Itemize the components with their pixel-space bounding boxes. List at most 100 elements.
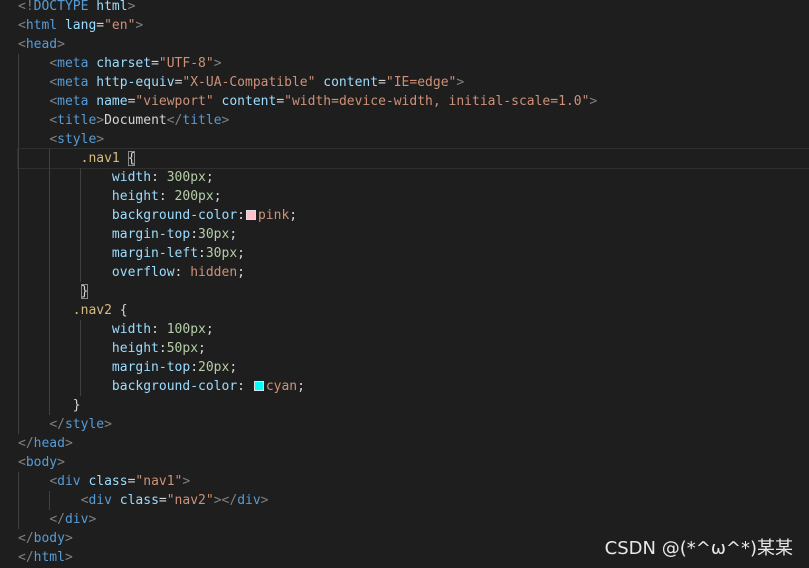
token: meta bbox=[57, 75, 89, 90]
code-line-13[interactable]: margin-top:30px; bbox=[18, 225, 809, 244]
indent-guide bbox=[18, 510, 19, 529]
token: .nav1 bbox=[80, 151, 120, 166]
token: : bbox=[174, 265, 191, 280]
token: < bbox=[18, 455, 26, 470]
token: content bbox=[221, 94, 277, 109]
token: title bbox=[57, 113, 97, 128]
token: : bbox=[151, 322, 167, 337]
token: margin-top bbox=[111, 227, 191, 242]
token: ; bbox=[205, 322, 214, 337]
code-line-12[interactable]: background-color: pink; bbox=[18, 206, 809, 225]
code-line-11[interactable]: height: 200px; bbox=[18, 187, 809, 206]
color-swatch-icon[interactable] bbox=[245, 210, 256, 220]
code-line-22[interactable]: } bbox=[18, 396, 809, 415]
indent-guide bbox=[18, 206, 19, 225]
code-line-7[interactable]: <title>Document</title> bbox=[18, 111, 809, 130]
code-line-5[interactable]: <meta http-equiv = "X-UA-Compatible" conte… bbox=[18, 73, 809, 92]
token: </ bbox=[221, 493, 238, 508]
token: ; bbox=[198, 341, 206, 356]
token: : bbox=[190, 360, 199, 375]
indent-guide bbox=[18, 225, 19, 244]
token: { bbox=[127, 151, 136, 166]
code-line-16[interactable]: } bbox=[18, 282, 809, 301]
token: < bbox=[49, 113, 58, 128]
token: </ bbox=[49, 417, 65, 432]
indent-guide bbox=[49, 491, 50, 510]
token: } bbox=[72, 398, 81, 413]
token: < bbox=[49, 56, 58, 71]
token: } bbox=[80, 284, 89, 299]
token: : bbox=[151, 170, 167, 185]
token: > bbox=[260, 493, 269, 508]
token: = bbox=[276, 94, 285, 109]
token: : bbox=[190, 227, 199, 242]
token: </ bbox=[18, 531, 34, 546]
indent-guide bbox=[80, 206, 81, 225]
code-line-24[interactable]: </head> bbox=[18, 434, 809, 453]
code-line-25[interactable]: <body> bbox=[18, 453, 809, 472]
token: Document bbox=[104, 113, 167, 128]
token: < bbox=[49, 132, 58, 147]
indent-guide bbox=[49, 187, 50, 206]
token: ; bbox=[237, 265, 245, 280]
indent-guide bbox=[49, 301, 50, 320]
token: lang bbox=[64, 18, 97, 33]
code-line-3[interactable]: <head> bbox=[18, 35, 809, 54]
code-line-19[interactable]: height:50px; bbox=[18, 339, 809, 358]
token: style bbox=[57, 132, 97, 147]
token: overflow bbox=[111, 265, 175, 280]
code-line-9[interactable]: .nav1 { bbox=[17, 148, 809, 169]
indent-guide bbox=[18, 111, 19, 130]
code-line-4[interactable]: <meta charset="UTF-8"> bbox=[18, 54, 809, 73]
token: > bbox=[64, 550, 73, 565]
token: </ bbox=[18, 550, 34, 565]
code-line-17[interactable]: .nav2 { bbox=[18, 301, 809, 320]
token: = bbox=[151, 56, 159, 71]
code-line-26[interactable]: <div class="nav1"> bbox=[18, 472, 809, 491]
code-line-21[interactable]: background-color: cyan; bbox=[18, 377, 809, 396]
indent-guide bbox=[18, 320, 19, 339]
indent-guide bbox=[80, 187, 81, 206]
code-line-6[interactable]: <meta name="viewport" content="width=dev… bbox=[18, 92, 809, 111]
indent-guide bbox=[18, 396, 19, 415]
code-line-28[interactable]: </div> bbox=[18, 510, 809, 529]
token: "nav2" bbox=[166, 493, 214, 508]
token: margin-top bbox=[111, 360, 191, 375]
token: : bbox=[158, 341, 167, 356]
token: "nav1" bbox=[135, 474, 183, 489]
code-line-20[interactable]: margin-top:20px; bbox=[18, 358, 809, 377]
token: 30px bbox=[198, 227, 230, 242]
code-line-27[interactable]: <div class="nav2"></div> bbox=[18, 491, 809, 510]
indent-guide bbox=[18, 282, 19, 301]
token: 50px bbox=[166, 341, 199, 356]
indent-guide bbox=[18, 130, 19, 149]
code-area[interactable]: <!DOCTYPE html> <html lang="en"> <head> … bbox=[17, 0, 809, 567]
token: meta bbox=[57, 94, 89, 109]
token: > bbox=[456, 75, 465, 90]
indent-guide bbox=[80, 320, 81, 339]
code-line-18[interactable]: width: 100px; bbox=[18, 320, 809, 339]
indent-guide bbox=[18, 377, 19, 396]
indent-guide bbox=[18, 263, 19, 282]
token: </ bbox=[166, 113, 183, 128]
indent-guide bbox=[18, 54, 19, 73]
color-swatch-icon[interactable] bbox=[253, 381, 264, 391]
indent-guide bbox=[18, 358, 19, 377]
code-line-2[interactable]: <html lang="en"> bbox=[18, 16, 809, 35]
code-line-23[interactable]: </style> bbox=[18, 415, 809, 434]
code-line-15[interactable]: overflow: hidden; bbox=[18, 263, 809, 282]
token: background-color bbox=[111, 208, 238, 223]
indent-guide bbox=[18, 339, 19, 358]
code-line-8[interactable]: <style> bbox=[18, 130, 809, 149]
code-line-10[interactable]: width: 300px; bbox=[18, 168, 809, 187]
token: = bbox=[378, 75, 386, 90]
indent-guide bbox=[18, 149, 19, 168]
code-line-1[interactable]: <!DOCTYPE html> bbox=[18, 0, 809, 16]
indent-guide bbox=[49, 149, 50, 168]
token: > bbox=[57, 37, 65, 52]
token: > bbox=[213, 56, 222, 71]
code-editor[interactable]: <!DOCTYPE html> <html lang="en"> <head> … bbox=[0, 0, 809, 568]
code-line-14[interactable]: margin-left:30px; bbox=[18, 244, 809, 263]
token: html bbox=[96, 0, 128, 14]
token: div bbox=[64, 512, 89, 527]
